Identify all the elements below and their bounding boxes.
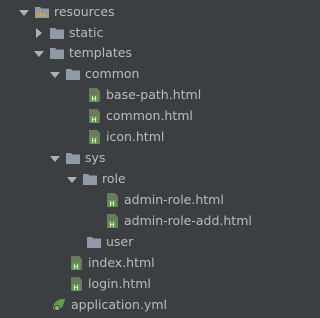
svg-text:H: H [91,95,96,103]
tree-label-templates: templates [69,45,132,60]
tree-node-index-html[interactable]: H index.html [68,253,155,273]
folder-icon [49,45,65,61]
tree-node-icon-html[interactable]: H icon.html [86,127,164,147]
tree-node-common[interactable]: common [49,64,139,84]
tree-label-icon-html: icon.html [106,129,165,144]
project-tree: resources static templates common H base… [0,0,274,318]
html-file-icon: H [68,276,84,292]
tree-label-common-html: common.html [106,108,193,123]
folder-icon [65,66,81,82]
tree-node-static[interactable]: static [33,23,103,43]
resources-folder-icon [34,4,50,20]
svg-text:H: H [73,284,78,292]
tree-label-application-yml: application.yml [71,297,167,312]
chevron-down-icon[interactable] [49,64,61,84]
tree-node-common-html[interactable]: H common.html [86,106,193,126]
svg-text:H: H [91,137,96,145]
svg-text:H: H [109,221,114,229]
tree-node-base-path-html[interactable]: H base-path.html [86,85,201,105]
tree-node-templates[interactable]: templates [33,43,132,63]
chevron-down-icon[interactable] [18,2,30,22]
tree-label-sys: sys [85,150,106,165]
tree-label-common: common [85,66,140,81]
tree-label-role: role [102,171,126,186]
svg-text:H: H [109,200,114,208]
tree-node-sys[interactable]: sys [49,148,105,168]
chevron-down-icon[interactable] [49,148,61,168]
tree-node-login-html[interactable]: H login.html [68,274,151,294]
tree-label-admin-role-add-html: admin-role-add.html [124,213,252,228]
html-file-icon: H [68,255,84,271]
tree-label-resources: resources [54,4,115,19]
folder-icon [82,171,98,187]
tree-label-user: user [106,234,134,249]
html-file-icon: H [86,87,102,103]
chevron-down-icon[interactable] [66,169,78,189]
html-file-icon: H [86,129,102,145]
svg-text:H: H [73,263,78,271]
tree-node-admin-role-add-html[interactable]: H admin-role-add.html [104,211,252,231]
tree-node-admin-role-html[interactable]: H admin-role.html [104,190,224,210]
html-file-icon: H [86,108,102,124]
svg-text:H: H [91,116,96,124]
html-file-icon: H [104,192,120,208]
chevron-right-icon[interactable] [33,23,45,43]
folder-icon [49,25,65,41]
tree-node-application-yml[interactable]: application.yml [51,295,167,315]
chevron-down-icon[interactable] [33,43,45,63]
tree-node-resources[interactable]: resources [18,2,115,22]
tree-label-index-html: index.html [88,255,155,270]
html-file-icon: H [104,213,120,229]
folder-icon [65,150,81,166]
spring-leaf-icon [51,297,67,313]
folder-icon [86,234,102,250]
tree-label-admin-role-html: admin-role.html [124,192,224,207]
tree-label-base-path-html: base-path.html [106,87,202,102]
tree-node-user[interactable]: user [86,232,133,252]
tree-label-login-html: login.html [88,276,151,291]
tree-node-role[interactable]: role [66,169,126,189]
tree-label-static: static [69,25,104,40]
